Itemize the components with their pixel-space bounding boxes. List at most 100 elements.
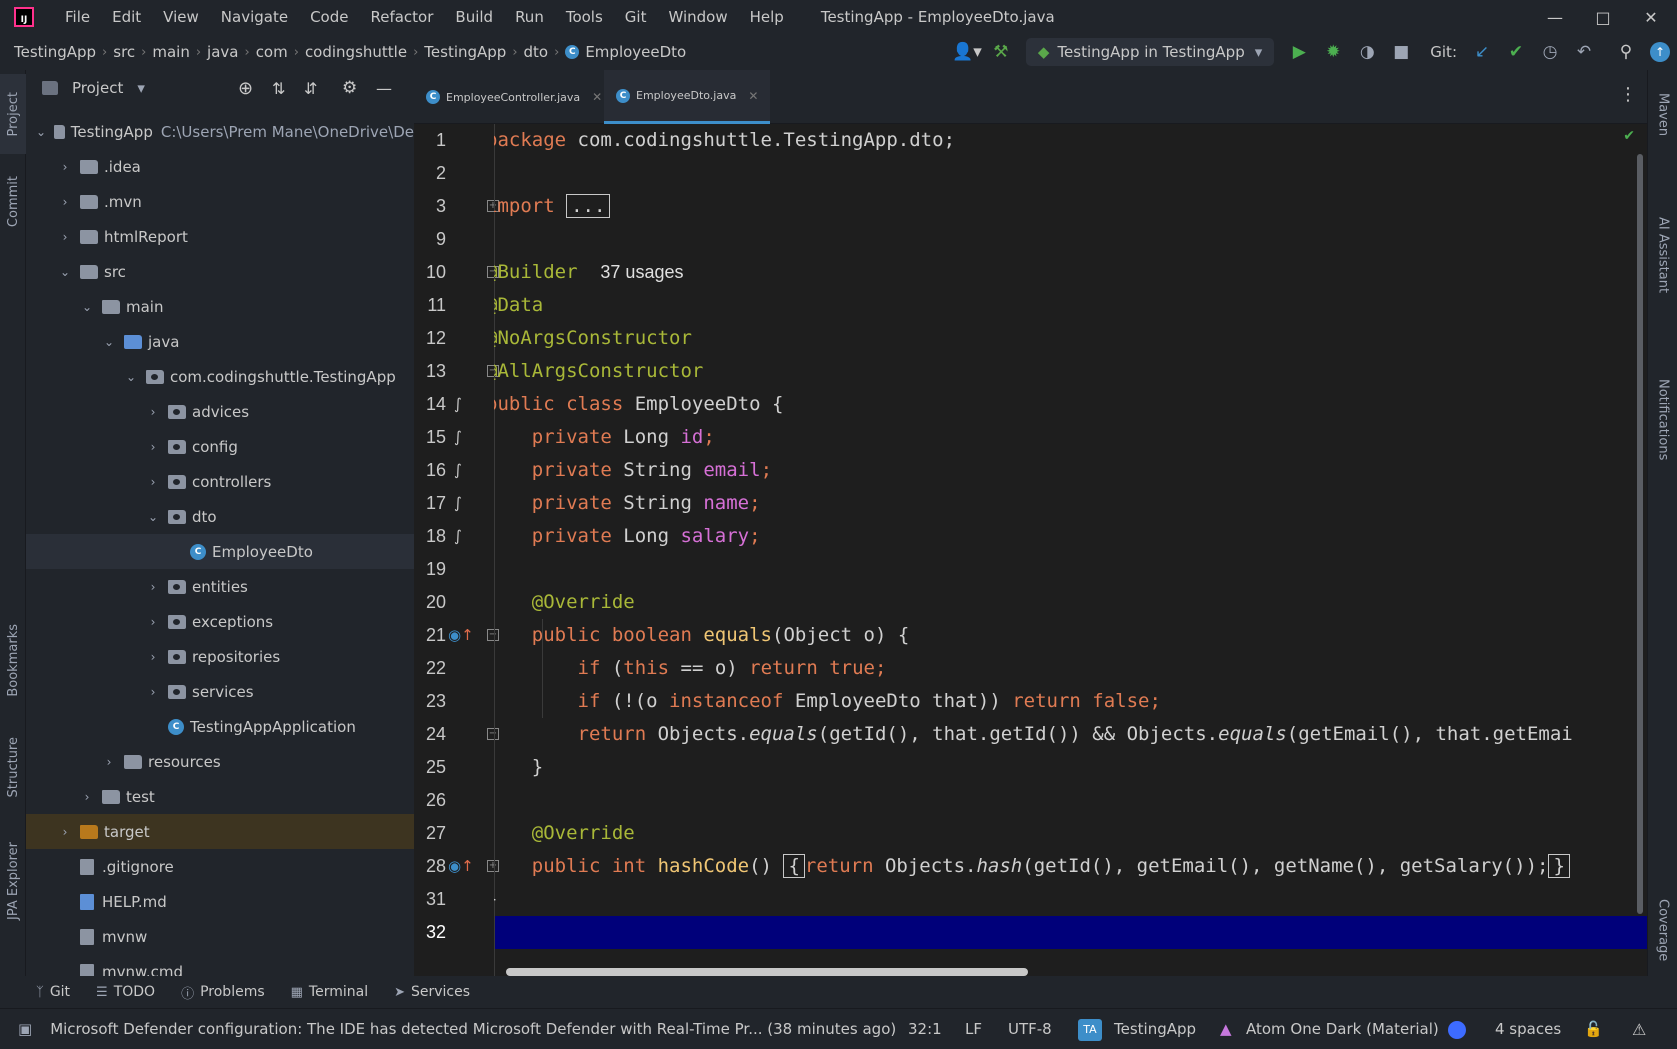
intellij-logo-icon[interactable]: IJ xyxy=(14,7,34,27)
breadcrumb-item[interactable]: TestingApp xyxy=(424,43,506,61)
tab-maven[interactable]: Maven xyxy=(1648,80,1677,150)
tree-item-project-root[interactable]: ⌄ TestingApp C:\Users\Prem Mane\OneDrive\D… xyxy=(26,114,414,149)
chevron-right-icon[interactable]: › xyxy=(102,755,116,769)
chevron-right-icon[interactable]: › xyxy=(80,790,94,804)
tab-notifications[interactable]: Notifications xyxy=(1648,360,1677,480)
menu-code[interactable]: Code xyxy=(299,8,359,26)
chevron-down-icon[interactable]: ⌄ xyxy=(36,125,46,139)
lock-icon[interactable]: 🔓 xyxy=(1584,1020,1603,1038)
indent-setting[interactable]: 4 spaces xyxy=(1495,1020,1561,1038)
tab-structure[interactable]: Structure xyxy=(0,722,26,812)
menu-navigate[interactable]: Navigate xyxy=(210,8,299,26)
run-icon[interactable]: ▶ xyxy=(1284,37,1314,67)
tool-todo[interactable]: ☰ TODO xyxy=(96,984,155,1000)
lombok-icon[interactable]: ∫ xyxy=(454,520,462,553)
tab-commit[interactable]: Commit xyxy=(0,162,26,242)
tree-item-controllers[interactable]: › controllers xyxy=(26,464,414,499)
maximize-icon[interactable]: □ xyxy=(1579,0,1627,34)
update-icon[interactable]: ↑ xyxy=(1645,37,1675,67)
tree-item-idea[interactable]: › .idea xyxy=(26,149,414,184)
build-hammer-icon[interactable]: ⚒ xyxy=(986,37,1016,67)
tree-item-help-md[interactable]: HELP.md xyxy=(26,884,414,919)
tree-item-repositories[interactable]: › repositories xyxy=(26,639,414,674)
lombok-icon[interactable]: ∫ xyxy=(454,454,462,487)
tree-item-gitignore[interactable]: .gitignore xyxy=(26,849,414,884)
chevron-right-icon[interactable]: › xyxy=(58,195,72,209)
menu-view[interactable]: View xyxy=(152,8,210,26)
tab-ai-assistant[interactable]: AI Assistant xyxy=(1648,170,1677,340)
chevron-down-icon[interactable]: ▾ xyxy=(137,79,145,97)
run-configuration-select[interactable]: ◆ TestingApp in TestingApp ▾ xyxy=(1025,38,1275,66)
menu-help[interactable]: Help xyxy=(739,8,795,26)
lombok-icon[interactable]: ∫ xyxy=(454,421,462,454)
horizontal-scrollbar[interactable] xyxy=(506,968,1028,976)
tab-jpa-explorer[interactable]: JPA Explorer xyxy=(0,826,26,936)
collapse-all-icon[interactable]: ⇵ xyxy=(304,79,317,98)
menu-file[interactable]: File xyxy=(54,8,101,26)
expand-all-icon[interactable]: ⇅ xyxy=(272,79,285,98)
git-update-icon[interactable]: ↙ xyxy=(1467,37,1497,67)
breadcrumb-item[interactable]: main xyxy=(152,43,189,61)
panel-toggle-icon[interactable]: ▣ xyxy=(18,1020,32,1038)
tool-services[interactable]: ➤ Services xyxy=(394,984,470,1000)
tree-item-entities[interactable]: › entities xyxy=(26,569,414,604)
breadcrumb-item[interactable]: com xyxy=(256,43,288,61)
menu-tools[interactable]: Tools xyxy=(555,8,614,26)
menu-build[interactable]: Build xyxy=(444,8,504,26)
tab-bookmarks[interactable]: Bookmarks xyxy=(0,610,26,710)
tab-employeedto[interactable]: C EmployeeDto.java ✕ xyxy=(604,70,771,124)
tree-item-employeedto[interactable]: C EmployeeDto xyxy=(26,534,414,569)
git-rollback-icon[interactable]: ↶ xyxy=(1569,37,1599,67)
caret-position[interactable]: 32:1 xyxy=(908,1020,942,1038)
close-icon[interactable]: ✕ xyxy=(592,90,602,104)
menu-run[interactable]: Run xyxy=(504,8,555,26)
chevron-right-icon[interactable]: › xyxy=(146,440,160,454)
menu-window[interactable]: Window xyxy=(657,8,738,26)
tree-item-src[interactable]: ⌄ src xyxy=(26,254,414,289)
user-icon[interactable]: 👤▾ xyxy=(952,37,982,67)
chevron-down-icon[interactable]: ⌄ xyxy=(146,510,160,524)
breadcrumb-item[interactable]: dto xyxy=(524,43,549,61)
tree-item-testingappapplication[interactable]: C TestingAppApplication xyxy=(26,709,414,744)
menu-edit[interactable]: Edit xyxy=(101,8,152,26)
chevron-right-icon[interactable]: › xyxy=(146,580,160,594)
file-encoding[interactable]: UTF-8 xyxy=(1008,1020,1052,1038)
chevron-right-icon[interactable]: › xyxy=(58,825,72,839)
inspection-ok-icon[interactable]: ✔ xyxy=(1623,128,1635,144)
chevron-down-icon[interactable]: ⌄ xyxy=(58,265,72,279)
tool-problems[interactable]: ⓘ Problems xyxy=(181,983,265,1002)
breadcrumb-item[interactable]: C EmployeeDto xyxy=(565,43,686,61)
usages-hint[interactable]: 37 usages xyxy=(600,262,683,282)
tab-project[interactable]: Project xyxy=(0,74,26,154)
tree-item-main[interactable]: ⌄ main xyxy=(26,289,414,324)
breadcrumb-item[interactable]: TestingApp xyxy=(14,43,96,61)
minimize-icon[interactable]: — xyxy=(1531,0,1579,34)
coverage-icon[interactable]: ◑ xyxy=(1352,37,1382,67)
line-separator[interactable]: LF xyxy=(965,1020,982,1038)
chevron-right-icon[interactable]: › xyxy=(58,230,72,244)
tree-item-mvnw-cmd[interactable]: mvnw.cmd xyxy=(26,954,414,976)
chevron-right-icon[interactable]: › xyxy=(146,405,160,419)
vertical-scrollbar[interactable] xyxy=(1637,154,1643,914)
override-icon[interactable]: ◉↑ xyxy=(448,619,474,652)
status-indicator-icon[interactable] xyxy=(1448,1021,1466,1039)
theme-name[interactable]: Atom One Dark (Material) xyxy=(1246,1020,1439,1038)
tree-item-mvn[interactable]: › .mvn xyxy=(26,184,414,219)
chevron-down-icon[interactable]: ⌄ xyxy=(124,370,138,384)
chevron-right-icon[interactable]: › xyxy=(146,650,160,664)
tree-item-exceptions[interactable]: › exceptions xyxy=(26,604,414,639)
code-area[interactable]: package com.codingshuttle.TestingApp.dto… xyxy=(494,124,1647,976)
warning-icon[interactable]: ⚠ xyxy=(1632,1020,1646,1039)
close-icon[interactable]: ✕ xyxy=(1627,0,1675,34)
tree-item-package-root[interactable]: ⌄ com.codingshuttle.TestingApp xyxy=(26,359,414,394)
debug-icon[interactable]: ✹ xyxy=(1318,37,1348,67)
more-options-icon[interactable]: ⋮ xyxy=(1619,84,1637,105)
chevron-down-icon[interactable]: ⌄ xyxy=(80,300,94,314)
tree-item-mvnw[interactable]: mvnw xyxy=(26,919,414,954)
close-icon[interactable]: ✕ xyxy=(748,89,758,103)
folded-brace[interactable]: { xyxy=(783,854,805,878)
menu-git[interactable]: Git xyxy=(614,8,658,26)
folded-brace[interactable]: } xyxy=(1548,854,1570,878)
tool-git[interactable]: ᛉ Git xyxy=(36,984,70,1000)
chevron-down-icon[interactable]: ⌄ xyxy=(102,335,116,349)
